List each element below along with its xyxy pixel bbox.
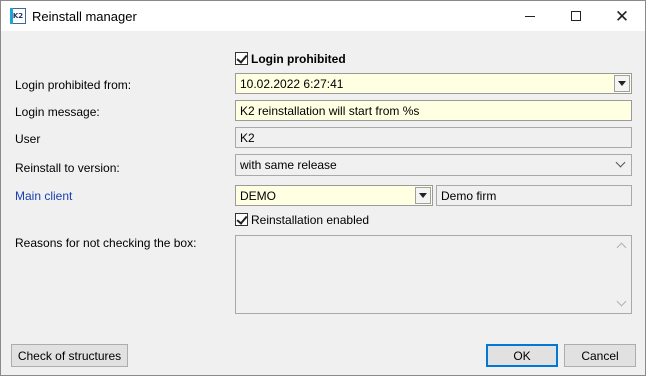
window-title: Reinstall manager [32,9,137,24]
reinstall-manager-window: K2 Reinstall manager ✕ Login prohibited … [0,0,646,376]
close-icon: ✕ [614,6,630,26]
reinstall-version-label: Reinstall to version: [15,161,120,175]
ok-button[interactable]: OK [486,344,558,367]
main-client-link[interactable]: Main client [15,189,72,203]
login-prohibited-from-value: 10.02.2022 6:27:41 [240,77,344,91]
login-prohibited-checkbox[interactable] [235,52,248,65]
user-value: K2 [240,131,255,145]
triangle-down-icon [618,81,626,86]
maximize-button[interactable] [553,1,599,31]
main-client-description-value: Demo firm [441,189,497,203]
user-field: K2 [235,127,632,148]
chevron-down-icon [615,157,626,168]
triangle-down-icon [419,193,427,198]
scroll-down-icon [616,296,627,307]
title-bar: K2 Reinstall manager ✕ [1,1,645,31]
reinstall-version-select[interactable]: with same release [235,154,632,176]
login-message-value: K2 reinstallation will start from %s [240,104,420,118]
maximize-icon [571,11,581,21]
close-button[interactable]: ✕ [599,1,645,31]
reasons-scrollbar[interactable] [615,237,630,312]
main-client-description: Demo firm [436,185,632,206]
main-client-value: DEMO [240,189,276,203]
login-message-label: Login message: [15,105,100,119]
user-label: User [15,132,41,146]
cancel-button[interactable]: Cancel [564,344,636,367]
login-prohibited-from-datetime[interactable]: 10.02.2022 6:27:41 [235,73,632,94]
login-message-input[interactable]: K2 reinstallation will start from %s [235,100,632,121]
check-structures-button[interactable]: Check of structures [11,344,128,367]
reinstall-version-value: with same release [240,158,337,172]
reasons-textarea[interactable] [235,235,632,314]
reinstallation-enabled-checkbox[interactable] [235,213,248,226]
datetime-dropdown-button[interactable] [614,75,630,92]
app-logo-icon: K2 [10,8,26,24]
reasons-label: Reasons for not checking the box: [15,236,197,250]
main-client-dropdown-button[interactable] [415,187,431,204]
minimize-icon [525,15,535,17]
minimize-button[interactable] [507,1,553,31]
main-client-combo[interactable]: DEMO [235,185,433,206]
login-prohibited-from-label: Login prohibited from: [15,78,132,92]
scroll-up-icon [616,242,627,253]
login-prohibited-label: Login prohibited [251,52,346,66]
reinstallation-enabled-label: Reinstallation enabled [251,213,370,227]
